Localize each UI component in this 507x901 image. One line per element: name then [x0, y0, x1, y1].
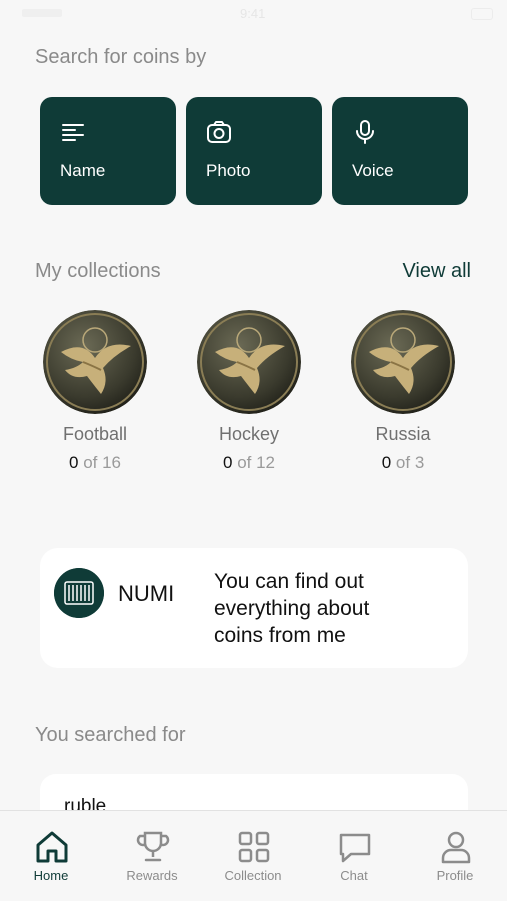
- search-section-title: Search for coins by: [35, 46, 207, 68]
- camera-icon: [207, 121, 231, 143]
- trophy-icon: [136, 831, 170, 862]
- search-by-name-button[interactable]: Name: [40, 97, 176, 205]
- signal-icon: [22, 9, 62, 17]
- collection-count: 0 of 16: [68, 453, 121, 472]
- tab-label: Chat: [340, 868, 368, 883]
- search-by-photo-label: Photo: [206, 161, 251, 180]
- tab-collection[interactable]: Collection: [203, 811, 303, 901]
- search-by-name-label: Name: [60, 161, 106, 180]
- tab-rewards[interactable]: Rewards: [102, 811, 202, 901]
- tab-label: Home: [33, 868, 69, 883]
- list-icon: [62, 124, 84, 141]
- bottom-tab-bar: Home Rewards Collection Chat Profile: [0, 810, 507, 901]
- collections-title: My collections: [35, 260, 161, 282]
- collection-name: Football: [62, 424, 128, 444]
- assistant-avatar-icon: [54, 568, 104, 618]
- collection-count: 0 of 12: [222, 453, 275, 472]
- tab-profile[interactable]: Profile: [405, 811, 505, 901]
- collection-name: Hockey: [218, 424, 280, 444]
- chat-bubble-icon: [339, 833, 371, 863]
- collection-item-hockey[interactable]: Hockey 0 of 12: [179, 310, 319, 473]
- tab-chat[interactable]: Chat: [304, 811, 404, 901]
- microphone-icon: [356, 120, 374, 144]
- status-time: 9:41: [240, 6, 266, 21]
- view-all-link[interactable]: View all: [402, 260, 471, 283]
- tab-label: Profile: [436, 868, 474, 883]
- collection-item-football[interactable]: Football 0 of 16: [25, 310, 165, 473]
- assistant-card[interactable]: NUMI You can find out everything about c…: [40, 548, 468, 668]
- collection-count: 0 of 3: [381, 453, 425, 472]
- battery-icon: [471, 8, 493, 20]
- coin-eagle-image: [197, 310, 301, 414]
- search-by-voice-button[interactable]: Voice: [332, 97, 468, 205]
- tab-home[interactable]: Home: [1, 811, 101, 901]
- status-bar: 9:41: [0, 0, 507, 26]
- home-icon: [36, 831, 68, 863]
- search-by-voice-label: Voice: [352, 161, 394, 180]
- coin-eagle-image: [351, 310, 455, 414]
- coin-eagle-image: [43, 310, 147, 414]
- recent-searches-title: You searched for: [35, 724, 186, 746]
- tab-label: Collection: [224, 868, 282, 883]
- grid-icon: [238, 831, 270, 863]
- assistant-message: You can find out everything about coins …: [214, 570, 370, 647]
- person-icon: [441, 831, 471, 864]
- tab-label: Rewards: [126, 868, 178, 883]
- assistant-name: NUMI: [118, 581, 175, 606]
- search-by-photo-button[interactable]: Photo: [186, 97, 322, 205]
- collection-name: Russia: [375, 424, 431, 444]
- collection-item-russia[interactable]: Russia 0 of 3: [333, 310, 473, 473]
